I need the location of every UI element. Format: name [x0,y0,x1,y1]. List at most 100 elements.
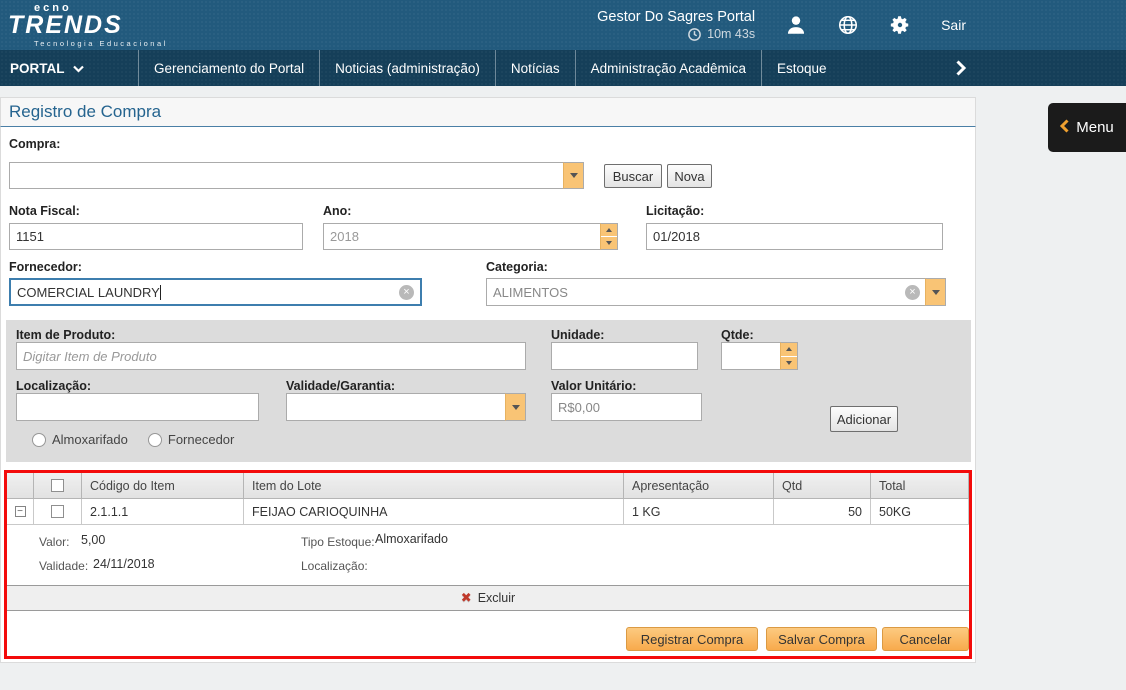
text-caret [159,284,161,300]
purchase-items-grid: Código do Item Item do Lote Apresentação… [4,470,972,659]
nav-portal-dropdown[interactable]: PORTAL [0,50,138,86]
item-entry-section: Item de Produto: Unidade: Qtde: Localiza… [6,320,971,462]
compra-input[interactable] [9,162,563,189]
licitacao-label: Licitação: [646,204,705,218]
item-produto-input[interactable] [16,342,526,370]
almoxarifado-radio[interactable] [32,432,46,447]
fornecedor-value: COMERCIAL LAUNDRY [17,284,161,300]
grid-header-qtd[interactable]: Qtd [774,473,871,498]
categoria-combobox [486,278,946,306]
cancelar-button[interactable]: Cancelar [882,627,969,651]
unidade-input[interactable] [551,342,698,370]
menu-button-label: Menu [1076,119,1114,136]
nav-item-noticias[interactable]: Notícias [494,50,575,86]
nova-button[interactable]: Nova [667,164,712,188]
licitacao-input[interactable] [646,223,943,250]
salvar-compra-button[interactable]: Salvar Compra [766,627,877,651]
grid-header-item-lote[interactable]: Item do Lote [244,473,624,498]
categoria-dropdown-button[interactable] [925,278,946,306]
top-header: ecno TRENDS Tecnologia Educacional Gesto… [0,0,1126,50]
localizacao-label: Localização: [16,379,92,393]
session-timer: 10m 43s [687,27,755,42]
fornecedor-radio-label: Fornecedor [167,432,235,447]
nav-item-noticias-administracao[interactable]: Noticias (administração) [319,50,495,86]
nav-item-administracao-academica[interactable]: Administração Acadêmica [574,50,761,86]
row-detail-panel: Valor: 5,00 Tipo Estoque: Almoxarifado V… [7,525,969,585]
registrar-compra-button[interactable]: Registrar Compra [626,627,758,651]
valor-unitario-label: Valor Unitário: [551,379,637,393]
grid-header-apresentacao[interactable]: Apresentação [624,473,774,498]
select-all-checkbox[interactable] [51,479,64,492]
valor-unitario-input[interactable] [551,393,702,421]
triangle-up-icon [606,228,612,232]
detail-tipo-estoque-value: Almoxarifado [375,532,448,546]
registro-compra-panel: Compra: Buscar Nova Nota Fiscal: Ano: Li… [0,127,976,663]
page-title-bar: Registro de Compra [0,97,976,127]
almoxarifado-radio-label: Almoxarifado [52,432,128,447]
nav-portal-label: PORTAL [10,60,65,76]
grid-header-codigo[interactable]: Código do Item [82,473,244,498]
brand-logo[interactable]: ecno TRENDS Tecnologia Educacional [8,2,168,48]
validade-garantia-label: Validade/Garantia: [286,379,396,393]
brand-logo-main: TRENDS [8,11,123,39]
row-qtd: 50 [774,499,871,524]
qtde-spinner-field [721,342,798,370]
row-checkbox[interactable] [51,505,64,518]
localizacao-input[interactable] [16,393,259,421]
user-icon[interactable] [785,14,807,36]
detail-validade-label: Validade: [39,559,89,573]
fornecedor-label: Fornecedor: [9,260,82,274]
globe-icon[interactable] [837,14,859,36]
compra-dropdown-button[interactable] [563,162,584,189]
qtde-spin-up-button[interactable] [781,343,797,357]
row-total: 50KG [871,499,969,524]
fornecedor-clear-icon[interactable] [399,284,414,300]
detail-validade-value: 24/11/2018 [93,557,155,571]
grid-header-total[interactable]: Total [871,473,969,498]
gear-icon[interactable] [889,14,911,36]
triangle-down-icon [931,289,940,295]
grid-header-checkbox-cell [34,473,82,498]
qtde-spin-down-button[interactable] [781,356,797,369]
categoria-clear-icon[interactable] [905,285,920,300]
ano-label: Ano: [323,204,352,218]
validade-garantia-dropdown-button[interactable] [505,393,526,421]
detail-valor-label: Valor: [39,535,70,549]
buscar-button[interactable]: Buscar [604,164,662,188]
triangle-down-icon [786,360,792,365]
compra-combobox [9,162,584,189]
nav-more-chevron-right-icon[interactable] [946,50,976,86]
triangle-down-icon [606,241,612,245]
logout-link[interactable]: Sair [941,17,966,33]
triangle-down-icon [569,173,578,178]
nota-fiscal-label: Nota Fiscal: [9,204,80,218]
categoria-input[interactable] [486,278,925,306]
unidade-label: Unidade: [551,328,605,342]
nota-fiscal-input[interactable] [9,223,303,250]
chevron-left-icon [1060,118,1069,137]
portal-title: Gestor Do Sagres Portal [597,8,756,25]
ano-input[interactable] [323,223,600,250]
qtde-input[interactable] [721,342,780,370]
validade-garantia-input[interactable] [286,393,505,421]
main-nav: PORTAL Gerenciamento do Portal Noticias … [0,50,1126,86]
menu-button[interactable]: Menu [1048,103,1126,152]
detail-tipo-estoque-label: Tipo Estoque: [301,535,375,549]
detail-valor-value: 5,00 [81,533,106,547]
nav-item-estoque[interactable]: Estoque [761,50,842,86]
grid-header-row: Código do Item Item do Lote Apresentação… [7,473,969,499]
ano-spin-down-button[interactable] [601,237,617,249]
ano-spin-up-button[interactable] [601,224,617,237]
item-produto-label: Item de Produto: [16,328,116,342]
fornecedor-input[interactable]: COMERCIAL LAUNDRY [9,278,422,306]
chevron-down-icon [72,61,84,76]
adicionar-button[interactable]: Adicionar [830,406,898,432]
collapse-row-icon[interactable] [14,506,26,517]
categoria-label: Categoria: [486,260,548,274]
session-timer-value: 10m 43s [707,27,756,41]
excluir-button[interactable]: Excluir [7,585,969,611]
fornecedor-radio[interactable] [147,432,162,447]
clock-icon [687,27,702,42]
ano-spinner-field [323,223,618,250]
nav-item-gerenciamento-portal[interactable]: Gerenciamento do Portal [138,50,319,86]
